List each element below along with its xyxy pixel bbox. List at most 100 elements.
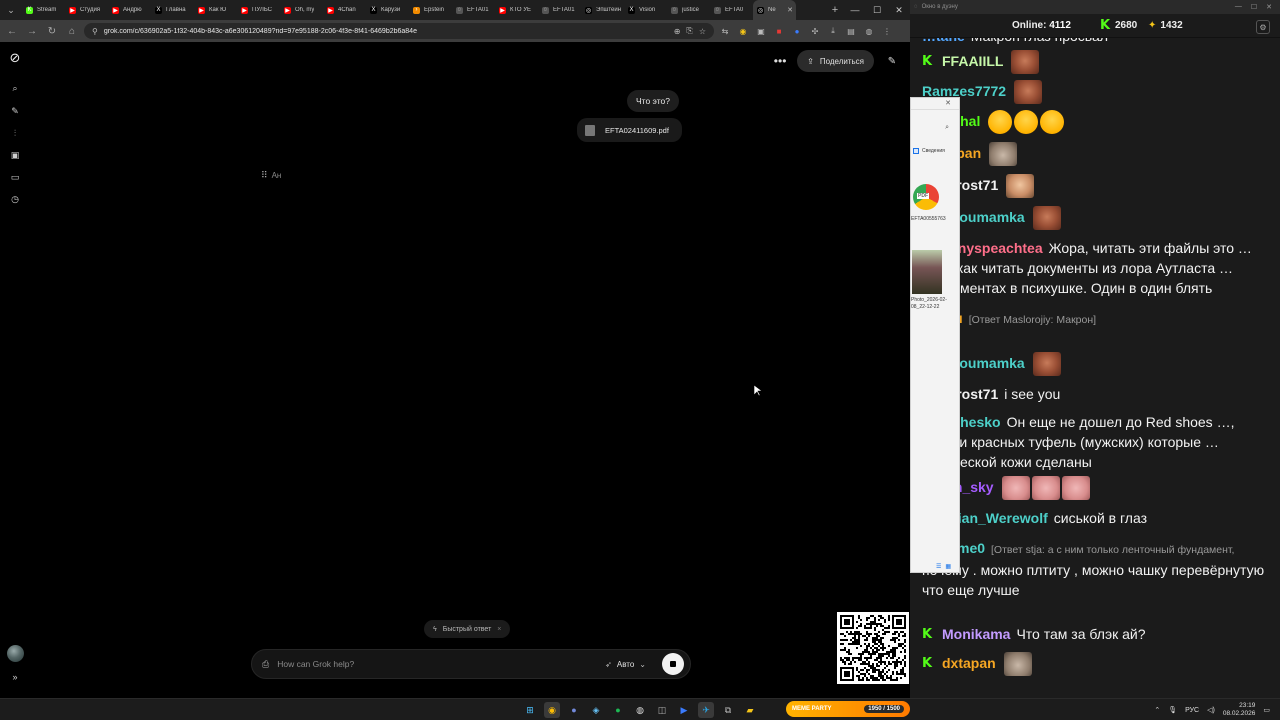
download-icon[interactable]: ⤓ — [826, 24, 840, 38]
back-icon[interactable]: ← — [4, 23, 20, 39]
browser-tab[interactable]: ◎ Ne ✕ — [753, 0, 796, 20]
install-icon[interactable]: ⎘ — [686, 26, 692, 36]
grok-logo-icon[interactable]: ⊘ — [8, 50, 22, 65]
browser-tab[interactable]: ▶ Oh, my — [280, 0, 323, 20]
new-chat-edit-icon[interactable]: ✎ — [882, 56, 902, 67]
clock[interactable]: 23:19 08.02.2026 — [1223, 702, 1256, 718]
chat-username[interactable]: Monikama — [942, 626, 1010, 642]
close-icon[interactable]: × — [497, 626, 501, 633]
share-button[interactable]: ⇪ Поделиться — [797, 50, 874, 72]
prompt-input[interactable] — [277, 659, 598, 669]
browser-tab[interactable]: ◌ EFTA01 — [538, 0, 581, 20]
stop-button[interactable] — [662, 653, 684, 675]
new-tab-button[interactable]: + — [826, 4, 844, 16]
translate-icon[interactable]: ⇆ — [718, 24, 732, 38]
browser-tab[interactable]: ▶ ПУЛЬС — [237, 0, 280, 20]
url-field[interactable]: ⚲ grok.com/c/636902a5-1f32-404b-843c-a6e… — [84, 23, 714, 39]
browser-tab[interactable]: ▶ 4Chan — [323, 0, 366, 20]
attach-icon[interactable]: ⎙ — [262, 659, 269, 670]
spotify-icon[interactable]: ● — [610, 702, 626, 718]
grid-view-icon[interactable]: ▦ — [945, 563, 951, 570]
extension-icon[interactable]: ▣ — [754, 24, 768, 38]
photo-thumbnail[interactable] — [912, 250, 942, 294]
expand-sidebar-icon[interactable]: » — [8, 670, 22, 684]
online-count: Online: 4112 — [1012, 20, 1071, 31]
chrome-icon[interactable]: ◉ — [544, 702, 560, 718]
folder-icon[interactable]: ▰ — [742, 702, 758, 718]
search-icon[interactable]: ⌕ — [8, 81, 22, 95]
gear-icon[interactable]: ⚙ — [1256, 20, 1270, 34]
details-toggle[interactable]: Сведения — [913, 148, 945, 154]
extension-icon[interactable]: ■ — [772, 24, 786, 38]
file-name[interactable]: Photo_2026-02-08_22-12-22 — [911, 297, 959, 311]
list-view-icon[interactable]: ☰ — [936, 563, 941, 570]
voice-icon[interactable]: ⫶ — [8, 126, 22, 140]
extension-icon[interactable]: ● — [790, 24, 804, 38]
discord-icon[interactable]: ● — [566, 702, 582, 718]
tab-search-icon[interactable]: ⌄ — [0, 0, 22, 20]
browser-tab[interactable]: X Vision — [624, 0, 667, 20]
more-options-icon[interactable]: ••• — [771, 54, 789, 68]
browser-tab[interactable]: K Stream — [22, 0, 65, 20]
url-text[interactable]: grok.com/c/636902a5-1f32-404b-843c-a6e30… — [104, 28, 668, 35]
site-info-icon[interactable]: ⚲ — [92, 27, 98, 36]
bookmark-star-icon[interactable]: ☆ — [699, 27, 706, 36]
tab-favicon-icon: ◌ — [456, 6, 463, 14]
home-icon[interactable]: ⌂ — [64, 23, 80, 39]
browser-tab[interactable]: ◌ justice — [667, 0, 710, 20]
view-toggles: ☰ ▦ — [936, 563, 951, 570]
close-icon[interactable]: ✕ — [1266, 3, 1272, 11]
browser-tab[interactable]: ▶ КТО УЕ — [495, 0, 538, 20]
browser-tab[interactable]: ◌ EFTA01 — [452, 0, 495, 20]
forward-icon[interactable]: → — [24, 23, 40, 39]
file-name[interactable]: EFTA00555763 — [911, 216, 946, 222]
app-icon[interactable]: ◫ — [654, 702, 670, 718]
steam-icon[interactable]: ◈ — [588, 702, 604, 718]
extension-icon[interactable]: ◉ — [736, 24, 750, 38]
fast-answer-pill[interactable]: ϟ Быстрый ответ × — [424, 620, 511, 638]
notification-icon[interactable]: ▭ — [1263, 706, 1270, 714]
browser-tab[interactable]: › Epstein — [409, 0, 452, 20]
browser-tab[interactable]: ▶ Андрю — [108, 0, 151, 20]
obs-icon[interactable]: ◍ — [632, 702, 648, 718]
mic-icon[interactable]: 🎙︎ — [1168, 706, 1177, 714]
browser-tab[interactable]: ▶ Студия — [65, 0, 108, 20]
browser-tab[interactable]: X Главна — [151, 0, 194, 20]
search-icon[interactable]: ⌕ — [945, 124, 949, 132]
user-avatar[interactable] — [7, 645, 24, 662]
mode-selector[interactable]: ➶ Авто ⌄ — [605, 660, 646, 669]
imagine-icon[interactable]: ▣ — [8, 148, 22, 162]
minimize-icon[interactable]: — — [844, 0, 866, 20]
close-icon[interactable]: ✕ — [945, 99, 951, 107]
close-icon[interactable]: ✕ — [888, 0, 910, 20]
telegram-icon[interactable]: ✈ — [698, 702, 714, 718]
zoom-icon[interactable]: ⊕ — [674, 27, 681, 36]
app-icon[interactable]: ▶ — [676, 702, 692, 718]
browser-tab[interactable]: ▶ Как Ю — [194, 0, 237, 20]
new-chat-icon[interactable]: ✎ — [8, 104, 22, 118]
minimize-icon[interactable]: — — [1235, 3, 1242, 11]
puzzle-icon[interactable]: ✣ — [808, 24, 822, 38]
maximize-icon[interactable]: ☐ — [1251, 3, 1257, 11]
attached-file[interactable]: EFTA02411609.pdf — [577, 118, 682, 142]
reload-icon[interactable]: ↻ — [44, 23, 60, 39]
volume-icon[interactable]: ◁) — [1207, 706, 1215, 714]
browser-tab[interactable]: X Карузи — [366, 0, 409, 20]
projects-icon[interactable]: ▭ — [8, 170, 22, 184]
app-icon[interactable]: ⧉ — [720, 702, 736, 718]
pdf-file-icon[interactable]: PDF — [913, 184, 939, 210]
profile-icon[interactable]: ◍ — [862, 24, 876, 38]
browser-tab[interactable]: ◎ Эпштейн — [581, 0, 624, 20]
windows-start-icon[interactable]: ⊞ — [522, 702, 538, 718]
history-icon[interactable]: ◷ — [8, 192, 22, 206]
chat-username[interactable]: FFAAIILL — [942, 53, 1003, 69]
kebab-menu-icon[interactable]: ⋮ — [880, 24, 894, 38]
chat-username[interactable]: dxtapan — [942, 655, 996, 671]
language-indicator[interactable]: РУС — [1185, 707, 1199, 714]
maximize-icon[interactable]: ☐ — [866, 0, 888, 20]
sidepanel-icon[interactable]: ▤ — [844, 24, 858, 38]
chat-username[interactable]: …tane — [922, 38, 965, 44]
browser-tab[interactable]: ◌ EFTA0 — [710, 0, 753, 20]
chevron-up-icon[interactable]: ⌃ — [1154, 706, 1160, 714]
tab-close-icon[interactable]: ✕ — [787, 6, 793, 14]
